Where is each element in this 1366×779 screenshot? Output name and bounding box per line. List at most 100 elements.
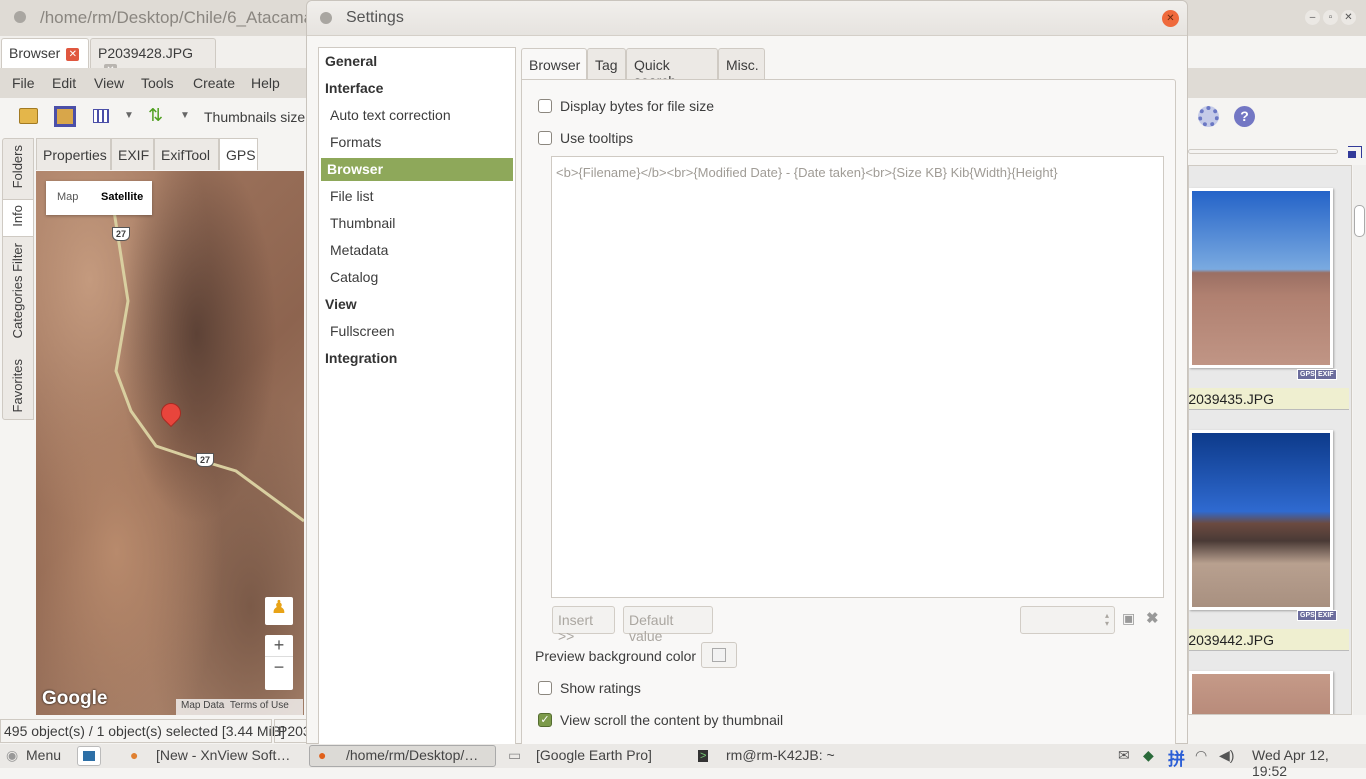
menu-create[interactable]: Create <box>193 75 235 91</box>
dialog-menu-icon[interactable] <box>320 12 332 24</box>
window-menu-icon[interactable] <box>14 11 26 23</box>
menu-icon[interactable]: ◉ <box>6 747 18 764</box>
settings-tab-misc[interactable]: Misc. <box>718 48 765 80</box>
terms-link[interactable]: Terms of Use <box>230 700 289 711</box>
tab-browser[interactable]: Browser ✕ <box>1 38 89 68</box>
fullscreen-icon[interactable] <box>54 106 76 127</box>
delete-icon[interactable]: ✖ <box>1146 609 1159 627</box>
minimize-button[interactable]: – <box>1305 10 1320 25</box>
chevron-down-icon[interactable]: ▼ <box>124 110 134 121</box>
menu-view[interactable]: View <box>94 75 124 91</box>
dialog-close-button[interactable]: ✕ <box>1162 10 1179 27</box>
side-tab-categories-filter[interactable]: Categories Filter <box>10 243 25 338</box>
thumbnail-image[interactable] <box>1189 188 1333 368</box>
grid-view-icon[interactable] <box>93 109 109 123</box>
tab-label: Browser <box>9 45 61 61</box>
menu-file[interactable]: File <box>12 75 35 91</box>
thumbnail-image[interactable] <box>1189 671 1333 714</box>
street-view-icon[interactable]: ♟ <box>265 597 293 625</box>
thumbnail-scrollbar[interactable] <box>1353 165 1366 715</box>
settings-nav-catalog[interactable]: Catalog <box>319 266 515 289</box>
preset-spinbox[interactable]: ▴ ▾ <box>1020 606 1115 634</box>
zoom-out-button[interactable]: − <box>265 656 293 678</box>
taskbar-item-firefox[interactable]: [New - XnView Soft… <box>156 747 290 763</box>
taskbar-item-xnview[interactable]: /home/rm/Desktop/… <box>346 747 478 763</box>
volume-icon[interactable]: ◀) <box>1219 747 1234 764</box>
dialog-title: Settings <box>346 9 404 26</box>
thumbnail-filename[interactable]: P2039442.JPG <box>1189 629 1349 651</box>
google-logo: Google <box>42 688 108 709</box>
help-icon[interactable]: ? <box>1234 106 1255 127</box>
settings-nav-thumbnail[interactable]: Thumbnail <box>319 212 515 235</box>
side-tab-info[interactable]: Info <box>10 205 25 227</box>
settings-nav-interface[interactable]: Interface <box>319 77 515 100</box>
settings-nav-formats[interactable]: Formats <box>319 131 515 154</box>
display-bytes-label: Display bytes for file size <box>560 98 715 114</box>
taskbar-item-terminal[interactable]: rm@rm-K42JB: ~ <box>726 747 835 763</box>
view-scroll-label: View scroll the content by thumbnail <box>560 712 784 728</box>
start-menu-button[interactable]: Menu <box>26 747 61 763</box>
panel-tab-exif[interactable]: EXIF <box>111 138 154 170</box>
insert-button[interactable]: Insert >> <box>552 606 615 644</box>
settings-nav-view[interactable]: View <box>319 293 515 316</box>
panel-tab-gps[interactable]: GPS <box>219 138 258 170</box>
close-tab-icon[interactable]: ✕ <box>66 48 80 61</box>
settings-nav-fullscreen[interactable]: Fullscreen <box>319 320 515 343</box>
dictionary-icon[interactable]: ◆ <box>1143 747 1154 764</box>
panel-tab-exiftool[interactable]: ExifTool <box>154 138 219 170</box>
mail-icon[interactable]: ✉ <box>1118 747 1130 764</box>
thumbnail-size-slider[interactable] <box>1188 149 1338 154</box>
clock[interactable]: Wed Apr 12, 19:52 <box>1252 747 1366 779</box>
settings-tab-tag[interactable]: Tag <box>587 48 626 80</box>
chevron-down-icon[interactable]: ▼ <box>180 110 190 121</box>
settings-nav-browser[interactable]: Browser <box>321 158 513 181</box>
status-bar: 495 object(s) / 1 object(s) selected [3.… <box>0 718 310 744</box>
side-tab-folders[interactable]: Folders <box>10 145 25 188</box>
display-bytes-checkbox[interactable] <box>538 99 552 113</box>
view-scroll-checkbox[interactable]: ✓ <box>538 713 552 727</box>
main-window-title: /home/rm/Desktop/Chile/6_Atacama/ <box>40 8 318 27</box>
settings-gear-icon[interactable] <box>1198 106 1219 127</box>
sort-icon[interactable]: ⇅ <box>148 105 163 126</box>
layout-icon[interactable] <box>1348 146 1362 158</box>
menu-tools[interactable]: Tools <box>141 75 174 91</box>
use-tooltips-label: Use tooltips <box>560 130 634 146</box>
use-tooltips-checkbox[interactable] <box>538 131 552 145</box>
close-button[interactable]: ✕ <box>1341 10 1356 25</box>
preview-bg-color-button[interactable] <box>701 642 737 668</box>
satellite-button[interactable]: Satellite <box>101 191 143 203</box>
map-data-link[interactable]: Map Data <box>181 700 224 711</box>
settings-tab-quick-search[interactable]: Quick search <box>626 48 718 89</box>
settings-nav-general[interactable]: General <box>319 50 515 73</box>
xnview-icon: ● <box>318 747 327 763</box>
settings-nav-metadata[interactable]: Metadata <box>319 239 515 262</box>
show-ratings-checkbox[interactable] <box>538 681 552 695</box>
show-desktop-button[interactable] <box>77 746 101 766</box>
save-icon[interactable]: ▣ <box>1122 610 1135 627</box>
settings-tab-browser[interactable]: Browser <box>521 48 587 80</box>
settings-nav-integration[interactable]: Integration <box>319 347 515 370</box>
tab-image[interactable]: P2039428.JPG✕ <box>90 38 216 77</box>
settings-nav-file-list[interactable]: File list <box>319 185 515 208</box>
panel-tab-properties[interactable]: Properties <box>36 138 111 170</box>
side-tabs: Folders Info Categories Filter Favorites <box>2 138 34 420</box>
map-button[interactable]: Map <box>57 191 78 203</box>
thumbnail-filename[interactable]: P2039435.JPG <box>1189 388 1349 410</box>
settings-nav-auto-text-correction[interactable]: Auto text correction <box>319 104 515 127</box>
maximize-button[interactable]: ▫ <box>1323 10 1338 25</box>
taskbar-item-google-earth[interactable]: [Google Earth Pro] <box>536 747 652 763</box>
default-value-button[interactable]: Default value <box>623 606 713 644</box>
menu-edit[interactable]: Edit <box>52 75 76 91</box>
thumbnails-size-label: Thumbnails size <box>204 109 306 125</box>
side-tab-favorites[interactable]: Favorites <box>10 359 25 412</box>
open-folder-icon[interactable] <box>19 108 38 124</box>
input-method-icon[interactable]: 拼 <box>1168 745 1185 770</box>
window-icon: ▭ <box>508 747 522 763</box>
menu-help[interactable]: Help <box>251 75 280 91</box>
gps-map[interactable] <box>36 171 304 715</box>
show-ratings-label: Show ratings <box>560 680 641 696</box>
zoom-in-button[interactable]: + <box>265 635 293 656</box>
tooltip-template-textarea[interactable]: <b>{Filename}</b><br>{Modified Date} - {… <box>551 156 1164 598</box>
wifi-icon[interactable]: ◠ <box>1195 747 1207 764</box>
thumbnail-image[interactable] <box>1189 430 1333 610</box>
